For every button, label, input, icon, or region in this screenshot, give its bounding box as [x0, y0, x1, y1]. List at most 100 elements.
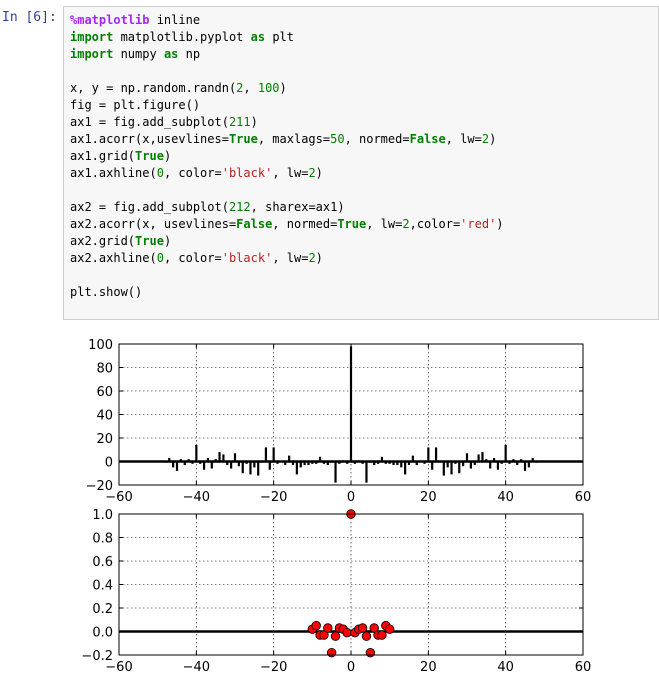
code-token: plt — [265, 30, 294, 44]
code-token: ) — [279, 81, 287, 95]
y-tick-label: 0 — [105, 456, 113, 471]
x-tick-label: 20 — [420, 490, 437, 505]
code-cell[interactable]: %matplotlib inline import matplotlib.pypl… — [63, 6, 659, 320]
code-token: import — [70, 30, 114, 44]
code-line: fig = plt.figure() — [70, 97, 504, 114]
code-token: ) — [315, 166, 323, 180]
code-token: , lw= — [366, 217, 403, 231]
code-token: 0 — [156, 166, 164, 180]
code-token: inline — [149, 13, 201, 27]
code-token: 2 — [308, 166, 316, 180]
code-token: 2 — [308, 251, 316, 265]
code-token: True — [135, 149, 164, 163]
acorr-point — [342, 627, 352, 638]
acorr-point — [326, 647, 337, 658]
code-token: , normed= — [272, 217, 338, 231]
code-line: %matplotlib inline — [70, 12, 504, 29]
prompt-number: [6]: — [25, 10, 57, 25]
code-token: ,color= — [409, 217, 461, 231]
x-tick-label: 20 — [420, 660, 437, 675]
acorr-point — [377, 630, 387, 640]
y-tick-label: 0.0 — [92, 626, 113, 641]
acorr-point — [311, 620, 321, 631]
code-line: ax2.acorr(x, usevlines=False, normed=Tru… — [70, 216, 504, 233]
code-line: ax2.axhline(0, color='black', lw=2) — [70, 250, 504, 267]
acorr-point — [361, 631, 372, 641]
code-token: ax1 = fig.add_subplot( — [70, 115, 229, 129]
code-token: ) — [250, 115, 258, 129]
code-token: ax2.grid( — [70, 234, 136, 248]
y-tick-label: 0.6 — [92, 555, 113, 570]
code-line: plt.show() — [70, 284, 504, 301]
x-tick-label: 40 — [497, 490, 514, 505]
code-line: import matplotlib.pyplot as plt — [70, 29, 504, 46]
y-tick-label: 40 — [96, 409, 113, 424]
acorr-point — [330, 631, 341, 641]
code-token: False — [236, 217, 273, 231]
code-token: ) — [496, 217, 504, 231]
code-line: ax1.grid(True) — [70, 148, 504, 165]
code-token: 'red' — [460, 217, 497, 231]
y-tick-label: 60 — [96, 385, 113, 400]
code-token: ax2.acorr(x, usevlines= — [70, 217, 237, 231]
code-token: ax2.axhline( — [70, 251, 157, 265]
code-token: 0 — [156, 251, 164, 265]
code-line: ax2 = fig.add_subplot(212, sharex=ax1) — [70, 199, 504, 216]
input-prompt: In [6]: — [2, 10, 57, 25]
code-token: ) — [315, 251, 323, 265]
code-token: 'black' — [221, 251, 273, 265]
x-tick-label: −20 — [260, 660, 287, 675]
y-tick-label: 100 — [88, 338, 113, 353]
code-token: True — [337, 217, 367, 231]
acorr-point — [357, 623, 368, 633]
code-token: 'black' — [221, 166, 273, 180]
y-tick-label: 0.4 — [92, 579, 113, 594]
code-token: ax1.grid( — [70, 149, 136, 163]
y-tick-label: 80 — [96, 362, 113, 377]
code-token: x, y = np.random.randn( — [70, 81, 237, 95]
code-token: import — [70, 47, 114, 61]
code-token: True — [135, 234, 164, 248]
acorr-point — [384, 624, 395, 634]
code-token: , normed= — [344, 132, 410, 146]
code-token: ) — [489, 132, 497, 146]
x-tick-label: −40 — [183, 660, 210, 675]
code-token: , color= — [163, 251, 222, 265]
code-line: import numpy as np — [70, 46, 504, 63]
code-token: 100 — [257, 81, 280, 95]
code-editor[interactable]: %matplotlib inline import matplotlib.pypl… — [70, 12, 504, 301]
code-token: as — [250, 30, 266, 44]
acorr-point — [365, 647, 376, 658]
code-token: , color= — [163, 166, 222, 180]
code-line: ax2.grid(True) — [70, 233, 504, 250]
y-tick-label: 0.8 — [92, 532, 113, 547]
output-area: −60 −40 −20 0 20 40 60 −20 0 20 40 60 80 100 −60 −40 −20… — [0, 320, 659, 690]
code-token: plt.show() — [70, 285, 143, 299]
code-token: 50 — [330, 132, 345, 146]
code-token: ax1.axhline( — [70, 166, 157, 180]
code-token: np — [178, 47, 201, 61]
y-tick-label: −20 — [86, 479, 113, 494]
code-token: , lw= — [272, 166, 309, 180]
x-tick-label: −20 — [260, 490, 287, 505]
y-tick-label: 1.0 — [92, 508, 113, 523]
code-token: , lw= — [272, 251, 309, 265]
code-line: ax1.acorr(x,usevlines=True, maxlags=50, … — [70, 131, 504, 148]
code-token: ax2 = fig.add_subplot( — [70, 200, 229, 214]
code-token: fig = plt.figure() — [70, 98, 201, 112]
code-token: True — [228, 132, 258, 146]
code-token: ) — [163, 149, 172, 163]
y-tick-label: −0.2 — [81, 649, 113, 664]
prompt-label: In — [2, 10, 18, 25]
code-token: 212 — [228, 200, 251, 214]
subplot-2: −60 −40 −20 0 20 40 60−0.20.00.20.40.60.81.0 — [81, 508, 591, 675]
code-token: numpy — [113, 47, 164, 61]
x-tick-label: 60 — [575, 490, 592, 505]
y-tick-label: 20 — [96, 432, 113, 447]
acorr-point — [323, 623, 333, 633]
code-token: ax1.acorr(x,usevlines= — [70, 132, 229, 146]
code-line: x, y = np.random.randn(2, 100) — [70, 80, 504, 97]
code-token: %matplotlib — [70, 13, 150, 27]
code-token: 2 — [481, 132, 490, 146]
